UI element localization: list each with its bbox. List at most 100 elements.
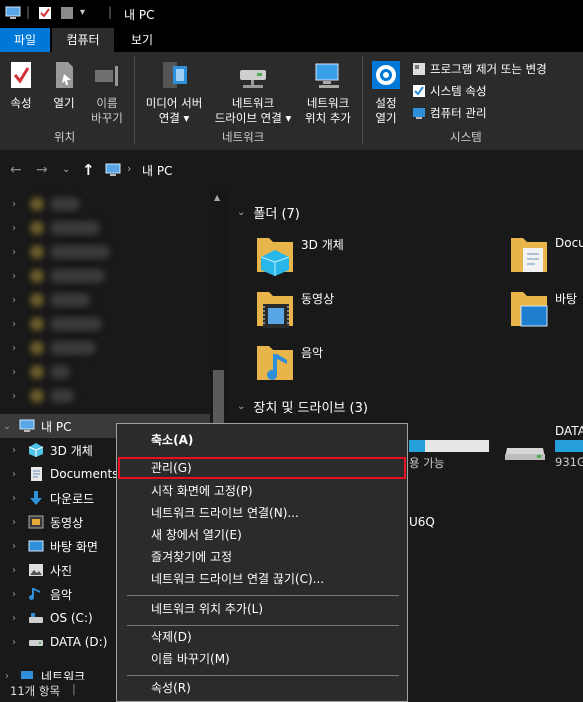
properties-label: 속성 — [10, 96, 32, 110]
customize-quick-access-icon[interactable]: ▾ — [80, 7, 85, 18]
media-server-button[interactable]: 미디어 서버 연결 ▾ — [138, 60, 210, 126]
tab-computer[interactable]: 컴퓨터 — [52, 28, 114, 52]
folders-section-header[interactable]: ⌄ 폴더 (7) — [237, 203, 300, 222]
new-folder-quick-icon[interactable] — [60, 6, 74, 20]
folder-documents-icon — [509, 232, 549, 276]
expand-chevron-icon[interactable]: › — [8, 469, 20, 480]
expand-chevron-icon[interactable]: › — [8, 343, 20, 354]
expand-chevron-icon[interactable]: › — [8, 565, 20, 576]
computer-management-button[interactable]: 컴퓨터 관리 — [412, 105, 487, 121]
title-bar: | ▾ | 내 PC — [0, 0, 583, 28]
nav-item-label: 사진 — [50, 563, 73, 578]
quick-access-item[interactable]: › — [0, 360, 210, 384]
expand-chevron-icon[interactable]: › — [8, 445, 20, 456]
toolbar-separator: | — [26, 5, 31, 19]
expand-chevron-icon[interactable]: › — [8, 613, 20, 624]
menu-item-properties[interactable]: 속성(R) — [118, 677, 406, 699]
tab-view[interactable]: 보기 — [114, 28, 170, 52]
drive-name: DATA — [555, 424, 583, 438]
device-name-partial[interactable]: U6Q — [409, 515, 435, 529]
devices-section-header[interactable]: ⌄ 장치 및 드라이브 (3) — [237, 397, 368, 416]
folder-music-icon — [255, 340, 295, 384]
download-icon — [28, 490, 44, 506]
quick-access-item[interactable]: › — [0, 288, 210, 312]
quick-access-item[interactable]: › — [0, 312, 210, 336]
folder-label: Docu — [555, 236, 583, 250]
scrollbar-thumb[interactable] — [213, 370, 224, 430]
folder-label: 동영상 — [301, 292, 335, 306]
expand-chevron-icon[interactable]: › — [8, 391, 20, 402]
menu-item-pin-to-start[interactable]: 시작 화면에 고정(P) — [118, 480, 406, 502]
menu-item-manage[interactable]: 관리(G) — [118, 457, 406, 479]
properties-quick-icon[interactable] — [38, 6, 52, 20]
forward-arrow-icon[interactable]: → — [36, 162, 48, 178]
quick-access-item[interactable]: › — [0, 216, 210, 240]
rename-label-line1: 이름 — [96, 96, 118, 110]
window-title: 내 PC — [124, 8, 155, 22]
expand-chevron-icon[interactable]: › — [8, 637, 20, 648]
quick-access-item[interactable]: › — [0, 384, 210, 408]
expand-chevron-icon[interactable]: › — [8, 199, 20, 210]
rename-button[interactable]: 이름 바꾸기 — [86, 60, 128, 126]
open-settings-button[interactable]: 설정 열기 — [366, 60, 406, 126]
back-arrow-icon[interactable]: ← — [10, 162, 22, 178]
properties-button[interactable]: 속성 — [4, 60, 38, 111]
drive-usage-bar — [555, 440, 583, 452]
folder-label: 바탕 — [555, 292, 578, 306]
menu-item-open-new-window[interactable]: 새 창에서 열기(E) — [118, 524, 406, 546]
folder-item[interactable]: 바탕 — [509, 286, 583, 332]
computer-icon — [105, 163, 121, 177]
expand-chevron-icon[interactable]: › — [8, 319, 20, 330]
expand-chevron-icon[interactable]: › — [8, 247, 20, 258]
folder-item[interactable]: Docu — [509, 232, 583, 278]
drive-d-item[interactable]: DATA 931G — [503, 424, 583, 470]
expanded-chevron-icon[interactable]: ⌄ — [1, 421, 13, 432]
system-properties-button[interactable]: 시스템 속성 — [412, 83, 487, 99]
open-button[interactable]: 열기 — [46, 60, 82, 111]
quick-access-item[interactable]: › — [0, 336, 210, 360]
cube-icon — [28, 442, 44, 458]
nav-item-label: 바탕 화면 — [50, 539, 98, 554]
breadcrumb-separator-icon[interactable]: › — [127, 162, 131, 175]
drive-c-item[interactable]: 용 가능 — [409, 438, 489, 470]
menu-item-pin-quick-access[interactable]: 즐겨찾기에 고정 — [118, 546, 406, 568]
expand-chevron-icon[interactable]: › — [8, 223, 20, 234]
folder-videos-icon — [255, 286, 295, 330]
settings-label-line1: 설정 — [375, 96, 397, 110]
quick-access-item[interactable]: › — [0, 264, 210, 288]
expand-chevron-icon[interactable]: › — [8, 517, 20, 528]
folder-item[interactable]: 동영상 — [255, 286, 435, 332]
menu-item-disconnect-network-drive[interactable]: 네트워크 드라이브 연결 끊기(C)... — [118, 568, 406, 590]
system-properties-label: 시스템 속성 — [430, 84, 487, 98]
menu-item-delete[interactable]: 삭제(D) — [118, 626, 406, 648]
up-arrow-icon[interactable]: ↑ — [82, 161, 95, 179]
drive-usage-fill — [409, 440, 425, 452]
folder-item[interactable]: 3D 개체 — [255, 232, 435, 278]
address-box[interactable]: › 내 PC — [99, 157, 583, 183]
nav-item-label: OS (C:) — [50, 611, 93, 625]
collapse-chevron-icon[interactable]: ⌄ — [237, 401, 245, 412]
add-network-location-button[interactable]: 네트워크 위치 추가 — [298, 60, 358, 126]
menu-item-rename[interactable]: 이름 바꾸기(M) — [118, 648, 406, 670]
tab-file[interactable]: 파일 — [0, 28, 50, 52]
collapse-chevron-icon[interactable]: ⌄ — [237, 207, 245, 218]
scroll-up-icon[interactable]: ▲ — [214, 193, 220, 202]
folder-desktop-icon — [509, 286, 549, 330]
expand-chevron-icon[interactable]: › — [8, 541, 20, 552]
expand-chevron-icon[interactable]: › — [8, 493, 20, 504]
expand-chevron-icon[interactable]: › — [8, 295, 20, 306]
recent-locations-chevron-icon[interactable]: ⌄ — [62, 164, 70, 175]
uninstall-program-button[interactable]: 프로그램 제거 또는 변경 — [412, 61, 547, 77]
expand-chevron-icon[interactable]: › — [8, 271, 20, 282]
address-path[interactable]: 내 PC — [142, 162, 172, 179]
folder-item[interactable]: 음악 — [255, 340, 435, 386]
quick-access-item[interactable]: › — [0, 240, 210, 264]
quick-access-item[interactable]: › — [0, 192, 210, 216]
menu-item-collapse[interactable]: 축소(A) — [118, 429, 406, 451]
expand-chevron-icon[interactable]: › — [8, 589, 20, 600]
menu-item-map-network-drive[interactable]: 네트워크 드라이브 연결(N)... — [118, 502, 406, 524]
expand-chevron-icon[interactable]: › — [8, 367, 20, 378]
map-network-drive-button[interactable]: 네트워크 드라이브 연결 ▾ — [208, 60, 298, 126]
menu-item-add-network-location[interactable]: 네트워크 위치 추가(L) — [118, 598, 406, 620]
drive-usage-bar — [409, 440, 489, 452]
